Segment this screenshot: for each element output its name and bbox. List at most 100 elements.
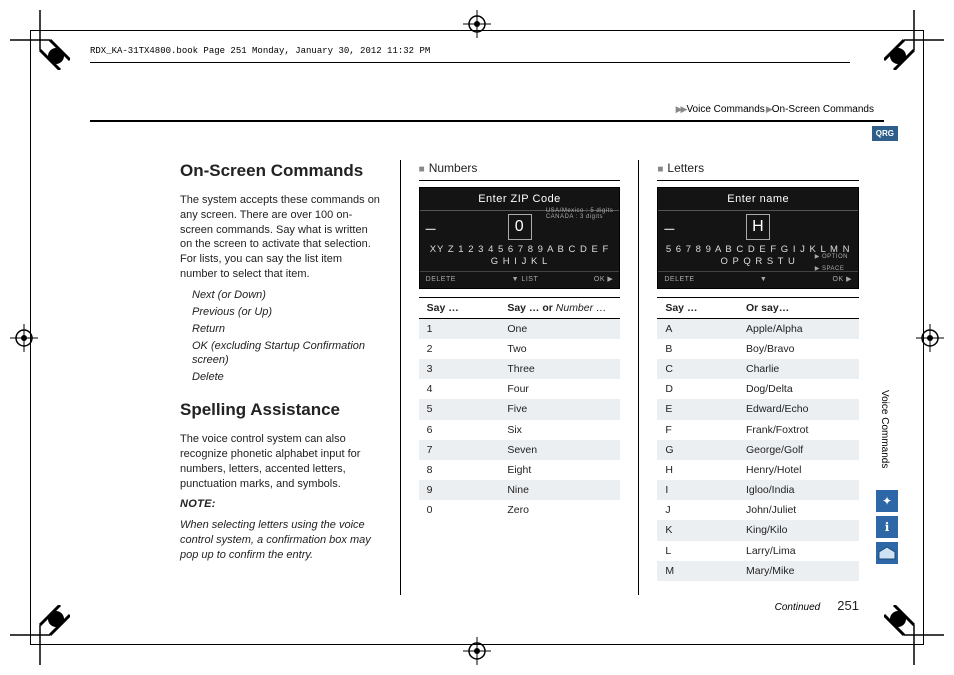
- page-footer: Continued 251: [775, 598, 859, 613]
- cell-word: Nine: [499, 480, 620, 500]
- table-row: HHenry/Hotel: [657, 460, 859, 480]
- spelling-desc: The voice control system can also recogn…: [180, 432, 382, 491]
- table-row: 6Six: [419, 420, 621, 440]
- page-number: 251: [837, 598, 859, 613]
- cell-word: Dog/Delta: [738, 379, 859, 399]
- table-row: DDog/Delta: [657, 379, 859, 399]
- cell-say: F: [657, 420, 738, 440]
- cell-say: K: [657, 520, 738, 540]
- cell-say: J: [657, 500, 738, 520]
- command-item: Delete: [192, 370, 382, 385]
- header-rule: [90, 120, 884, 122]
- job-line: RDX_KA-31TX4800.book Page 251 Monday, Ja…: [90, 46, 850, 68]
- cell-word: Larry/Lima: [738, 541, 859, 561]
- heading-numbers: Numbers: [419, 160, 621, 181]
- command-item: Return: [192, 322, 382, 337]
- note-body: When selecting letters using the voice c…: [180, 518, 382, 563]
- cell-say: C: [657, 359, 738, 379]
- side-section-label: Voice Commands: [879, 390, 890, 468]
- cell-word: Charlie: [738, 359, 859, 379]
- cell-say: I: [657, 480, 738, 500]
- column-1: On-Screen Commands The system accepts th…: [180, 160, 382, 595]
- cell-say: 0: [419, 500, 500, 520]
- cell-say: 4: [419, 379, 500, 399]
- th-say: Say …: [419, 297, 500, 318]
- cell-say: D: [657, 379, 738, 399]
- th-sayor: Say … or Number …: [499, 297, 620, 318]
- table-row: FFrank/Foxtrot: [657, 420, 859, 440]
- triangle-icon: ▶: [766, 104, 771, 114]
- cell-word: Henry/Hotel: [738, 460, 859, 480]
- breadcrumb-b: On-Screen Commands: [772, 104, 874, 115]
- cell-word: John/Juliet: [738, 500, 859, 520]
- cell-word: Six: [499, 420, 620, 440]
- cell-say: 3: [419, 359, 500, 379]
- table-row: 1One: [419, 318, 621, 339]
- cell-say: G: [657, 440, 738, 460]
- mock-footer: DELETE ▼ OK ▶: [658, 271, 858, 287]
- qrg-tab: QRG: [872, 126, 898, 141]
- cell-word: Three: [499, 359, 620, 379]
- cell-word: Seven: [499, 440, 620, 460]
- cell-say: E: [657, 399, 738, 419]
- table-row: 2Two: [419, 339, 621, 359]
- column-2: Numbers Enter ZIP Code – USA/Mexico : 5 …: [400, 160, 621, 595]
- table-row: JJohn/Juliet: [657, 500, 859, 520]
- table-row: 4Four: [419, 379, 621, 399]
- screenshot-letters: Enter name – H 5 6 7 8 9 A B C D E F G I…: [657, 187, 859, 289]
- mock-row: XY Z 1 2 3 4 5 6 7 8 9 A B C D E F G H I…: [420, 244, 620, 270]
- cell-word: One: [499, 318, 620, 339]
- content-area: On-Screen Commands The system accepts th…: [180, 160, 859, 595]
- continued-label: Continued: [775, 602, 821, 613]
- heading-letters: Letters: [657, 160, 859, 181]
- mock-hint: USA/Mexico : 5 digitsCANADA : 3 digits: [546, 208, 614, 221]
- command-item: Previous (or Up): [192, 305, 382, 320]
- cell-say: L: [657, 541, 738, 561]
- cell-say: A: [657, 318, 738, 339]
- breadcrumb: ▶▶Voice Commands▶On-Screen Commands: [675, 104, 874, 115]
- cell-say: M: [657, 561, 738, 581]
- cell-word: Edward/Echo: [738, 399, 859, 419]
- table-row: GGeorge/Golf: [657, 440, 859, 460]
- letters-table: Say … Or say… AApple/AlphaBBoy/BravoCCha…: [657, 297, 859, 581]
- mock-rightnote: ▶ OPTION▶ SPACE: [815, 254, 848, 272]
- cell-word: Five: [499, 399, 620, 419]
- table-row: 0Zero: [419, 500, 621, 520]
- table-row: 3Three: [419, 359, 621, 379]
- table-row: CCharlie: [657, 359, 859, 379]
- cell-say: 1: [419, 318, 500, 339]
- cell-word: Two: [499, 339, 620, 359]
- cell-say: 6: [419, 420, 500, 440]
- cell-say: 5: [419, 399, 500, 419]
- home-icon[interactable]: [876, 542, 898, 564]
- table-row: AApple/Alpha: [657, 318, 859, 339]
- onscreen-desc: The system accepts these commands on any…: [180, 193, 382, 282]
- numbers-table: Say … Say … or Number … 1One2Two3Three4F…: [419, 297, 621, 521]
- mock-title: Enter name: [658, 188, 858, 212]
- table-row: BBoy/Bravo: [657, 339, 859, 359]
- cell-say: 7: [419, 440, 500, 460]
- command-item: Next (or Down): [192, 288, 382, 303]
- heading-spelling: Spelling Assistance: [180, 399, 382, 422]
- note-heading: NOTE:: [180, 497, 382, 512]
- triangle-icon: ▶▶: [676, 104, 686, 114]
- cell-word: Boy/Bravo: [738, 339, 859, 359]
- info-icon[interactable]: ℹ: [876, 516, 898, 538]
- cell-word: Igloo/India: [738, 480, 859, 500]
- cell-word: Mary/Mike: [738, 561, 859, 581]
- cell-say: H: [657, 460, 738, 480]
- voice-icon[interactable]: ✦: [876, 490, 898, 512]
- command-item: OK (excluding Startup Confirmation scree…: [192, 339, 382, 369]
- cell-word: Zero: [499, 500, 620, 520]
- cell-word: Apple/Alpha: [738, 318, 859, 339]
- cell-word: King/Kilo: [738, 520, 859, 540]
- table-row: IIgloo/India: [657, 480, 859, 500]
- cell-word: Frank/Foxtrot: [738, 420, 859, 440]
- cell-word: Four: [499, 379, 620, 399]
- table-row: 5Five: [419, 399, 621, 419]
- cell-say: 2: [419, 339, 500, 359]
- table-row: 9Nine: [419, 480, 621, 500]
- side-tabs: ✦ ℹ: [876, 490, 898, 564]
- table-row: 8Eight: [419, 460, 621, 480]
- table-row: KKing/Kilo: [657, 520, 859, 540]
